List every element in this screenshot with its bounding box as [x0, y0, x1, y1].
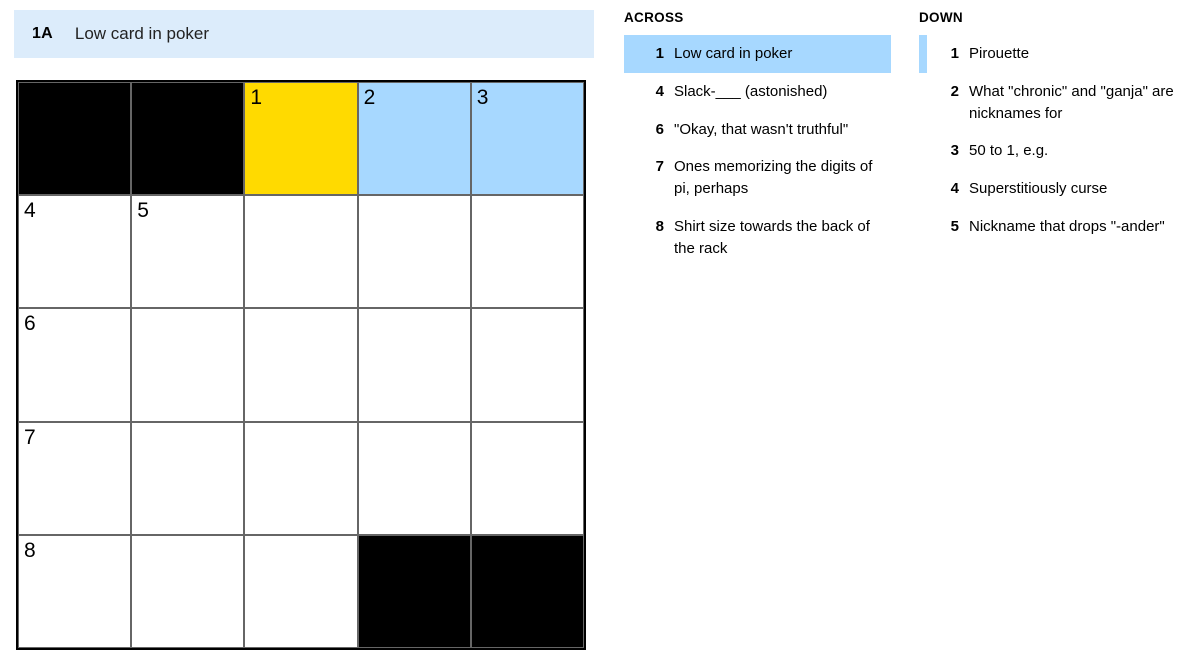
grid-cell [131, 82, 244, 195]
clue-number: 5 [939, 216, 959, 238]
clue-text: What "chronic" and "ganja" are nicknames… [969, 81, 1178, 125]
grid-cell[interactable] [244, 195, 357, 308]
grid-cell[interactable] [358, 195, 471, 308]
active-clue-label: 1A [32, 25, 53, 43]
clue-text: 50 to 1, e.g. [969, 140, 1178, 162]
down-list: 1 Pirouette 2 What "chronic" and "ganja" ar… [919, 35, 1186, 246]
clue-item-across[interactable]: 7 Ones memorizing the digits of pi, perha… [624, 148, 891, 208]
clue-item-across[interactable]: 6 "Okay, that wasn't truthful" [624, 111, 891, 149]
clue-item-down[interactable]: 2 What "chronic" and "ganja" are nickname… [919, 73, 1186, 133]
across-list: 1 Low card in poker 4 Slack-___ (astonished… [624, 35, 891, 267]
clue-number: 8 [644, 216, 664, 238]
cell-number: 8 [24, 539, 36, 563]
grid-cell[interactable]: 1 [244, 82, 357, 195]
grid-cell[interactable]: 6 [18, 308, 131, 421]
grid-cell [471, 535, 584, 648]
cell-number: 2 [364, 86, 376, 110]
grid-cell[interactable] [131, 422, 244, 535]
grid-cell[interactable] [471, 422, 584, 535]
grid-cell[interactable] [131, 308, 244, 421]
grid-cell[interactable] [131, 535, 244, 648]
grid-cell[interactable]: 5 [131, 195, 244, 308]
crossword-grid[interactable]: 1 2 3 4 5 6 7 8 [16, 80, 586, 650]
crossword-layout: 1A Low card in poker 1 2 3 4 5 6 7 8 ACROSS 1 Lo… [14, 10, 1186, 650]
clue-item-across[interactable]: 8 Shirt size towards the back of the rack [624, 208, 891, 268]
grid-cell[interactable] [244, 535, 357, 648]
clue-number: 2 [939, 81, 959, 103]
clue-item-down[interactable]: 4 Superstitiously curse [919, 170, 1186, 208]
clue-text: Slack-___ (astonished) [674, 81, 883, 103]
down-column: DOWN 1 Pirouette 2 What "chronic" and "ganj… [919, 10, 1186, 267]
clue-number: 7 [644, 156, 664, 178]
clue-lists: ACROSS 1 Low card in poker 4 Slack-___ (ast… [624, 10, 1186, 267]
clue-number: 1 [939, 43, 959, 65]
grid-cell[interactable]: 2 [358, 82, 471, 195]
clue-item-across[interactable]: 1 Low card in poker [624, 35, 891, 73]
clue-text: Low card in poker [674, 43, 883, 65]
grid-cell[interactable] [244, 422, 357, 535]
grid-cell[interactable]: 4 [18, 195, 131, 308]
clue-text: Shirt size towards the back of the rack [674, 216, 883, 260]
active-clue-text: Low card in poker [75, 24, 209, 44]
left-column: 1A Low card in poker 1 2 3 4 5 6 7 8 [14, 10, 594, 650]
clue-number: 6 [644, 119, 664, 141]
cell-number: 3 [477, 86, 489, 110]
clue-item-across[interactable]: 4 Slack-___ (astonished) [624, 73, 891, 111]
grid-cell[interactable] [358, 422, 471, 535]
grid-cell[interactable]: 3 [471, 82, 584, 195]
grid-cell [358, 535, 471, 648]
clue-text: "Okay, that wasn't truthful" [674, 119, 883, 141]
grid-cell[interactable] [358, 308, 471, 421]
across-header: ACROSS [624, 10, 891, 33]
active-clue-bar[interactable]: 1A Low card in poker [14, 10, 594, 58]
clue-number: 3 [939, 140, 959, 162]
cell-number: 7 [24, 426, 36, 450]
cell-number: 4 [24, 199, 36, 223]
grid-cell[interactable] [244, 308, 357, 421]
clue-number: 1 [644, 43, 664, 65]
clue-text: Pirouette [969, 43, 1178, 65]
clue-text: Superstitiously curse [969, 178, 1178, 200]
grid-cell[interactable] [471, 195, 584, 308]
clue-number: 4 [939, 178, 959, 200]
grid-cell[interactable]: 8 [18, 535, 131, 648]
clue-text: Ones memorizing the digits of pi, perhap… [674, 156, 883, 200]
grid-cell [18, 82, 131, 195]
cell-number: 1 [250, 86, 262, 110]
clue-text: Nickname that drops "-ander" [969, 216, 1178, 238]
down-header: DOWN [919, 10, 1186, 33]
clue-item-down[interactable]: 3 50 to 1, e.g. [919, 132, 1186, 170]
grid-cell[interactable] [471, 308, 584, 421]
across-column: ACROSS 1 Low card in poker 4 Slack-___ (ast… [624, 10, 891, 267]
grid-cell[interactable]: 7 [18, 422, 131, 535]
clue-number: 4 [644, 81, 664, 103]
clue-item-down[interactable]: 5 Nickname that drops "-ander" [919, 208, 1186, 246]
clue-item-down[interactable]: 1 Pirouette [919, 35, 1186, 73]
cell-number: 5 [137, 199, 149, 223]
cell-number: 6 [24, 312, 36, 336]
